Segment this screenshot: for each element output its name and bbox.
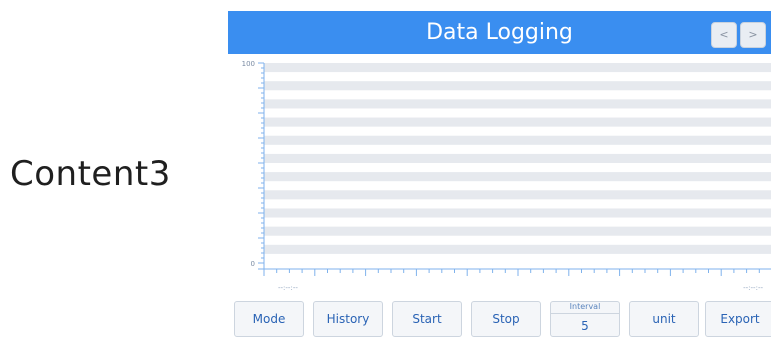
data-logging-panel: Data Logging < > 100 0 --:--:-- --:--:-- Mo… [228, 11, 771, 338]
y-tick-label: 0 [251, 260, 255, 268]
stop-button[interactable]: Stop [471, 301, 541, 337]
interval-field[interactable]: Interval 5 [550, 301, 620, 337]
grid-band [264, 244, 771, 254]
content-label: Content3 [10, 154, 171, 194]
x-tick-label: --:--:-- [278, 284, 298, 292]
y-tick-label: 100 [242, 60, 255, 68]
grid-band [264, 135, 771, 145]
grid-band [264, 153, 771, 163]
unit-button[interactable]: unit [629, 301, 699, 337]
interval-value[interactable]: 5 [551, 317, 619, 335]
page-title: Data Logging [426, 20, 573, 45]
start-button[interactable]: Start [392, 301, 462, 337]
prev-page-button[interactable]: < [711, 22, 737, 48]
x-tick-label: --:--:-- [743, 284, 763, 292]
grid-band [264, 63, 771, 73]
grid-band [264, 81, 771, 91]
export-button[interactable]: Export [705, 301, 771, 337]
mode-button[interactable]: Mode [234, 301, 304, 337]
grid-band [264, 208, 771, 218]
grid-band [264, 99, 771, 109]
grid-band [264, 117, 771, 127]
grid-band [264, 190, 771, 200]
history-button[interactable]: History [313, 301, 383, 337]
grid-band [264, 172, 771, 182]
grid-band [264, 226, 771, 236]
interval-label: Interval [551, 301, 619, 314]
data-log-chart: 100 0 --:--:-- --:--:-- [242, 60, 771, 292]
next-page-button[interactable]: > [740, 22, 766, 48]
